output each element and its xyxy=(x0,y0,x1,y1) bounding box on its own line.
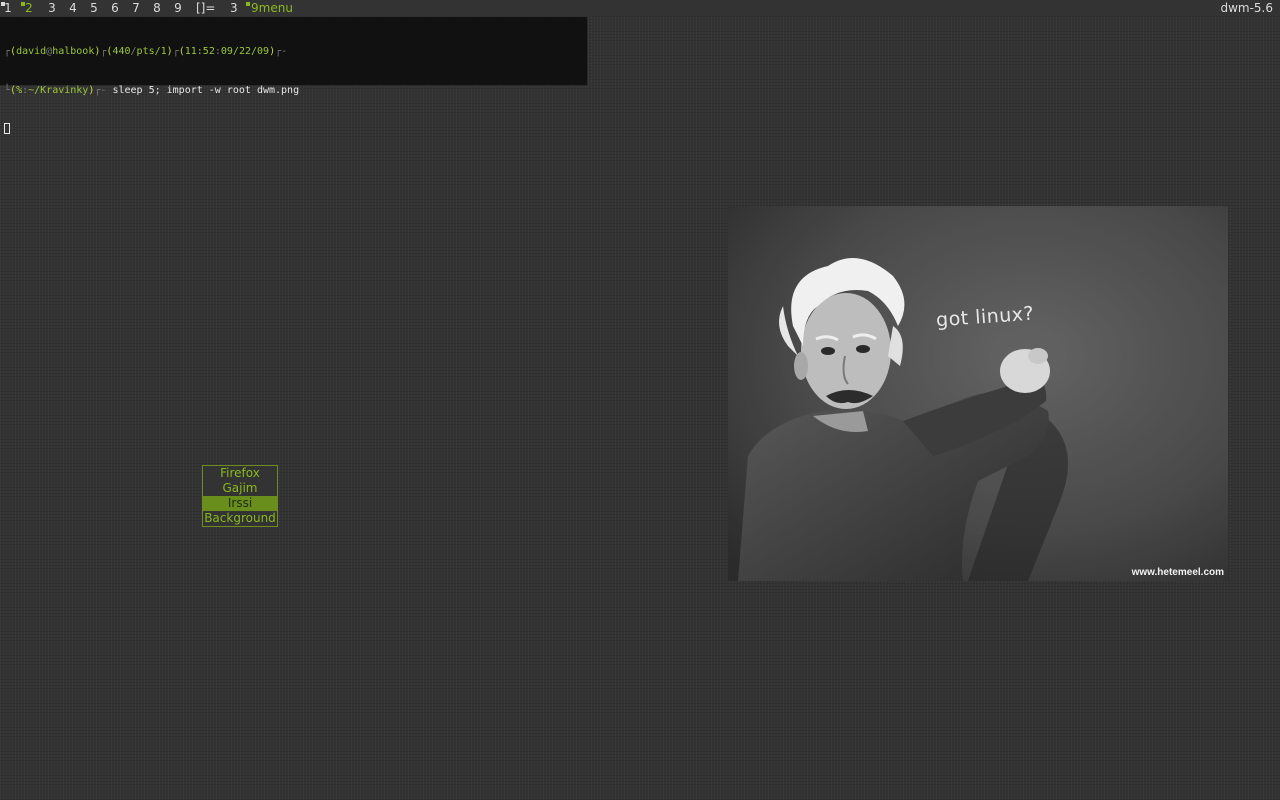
prompt-host: halbook xyxy=(52,46,95,57)
prompt-date: 09/22/09 xyxy=(220,46,270,57)
prompt-tty: pts/1 xyxy=(136,46,167,57)
tag-8[interactable]: 8 xyxy=(149,0,165,16)
floating-indicator xyxy=(246,2,250,6)
tag-label: 1 xyxy=(4,1,12,15)
window-menu: Firefox Gajim Irssi Background xyxy=(202,465,278,527)
window-title-text: 9menu xyxy=(251,1,293,15)
prompt-history-number: 440 xyxy=(112,46,131,57)
prompt-cwd: ~/Kravinky xyxy=(28,85,89,96)
status-bar: 1 2 3 4 5 6 7 8 9 []= 3 9menu dwm-5.6 xyxy=(0,0,1280,16)
prompt-line-1: ┌(david@halbook)┌(440/pts/1)┌(11:52:09/2… xyxy=(4,46,288,57)
image-credit: www.hetemeel.com xyxy=(1131,567,1224,578)
tag-label: 2 xyxy=(25,1,33,15)
menu-item-background[interactable]: Background xyxy=(203,511,277,526)
tag-3[interactable]: 3 xyxy=(44,0,60,16)
status-text: dwm-5.6 xyxy=(1220,1,1273,15)
menu-item-irssi[interactable]: Irssi xyxy=(203,496,277,511)
tag-1[interactable]: 1 xyxy=(0,0,16,16)
menu-item-firefox[interactable]: Firefox xyxy=(203,466,277,481)
tag-label: 8 xyxy=(153,1,161,15)
tag-label: 9 xyxy=(174,1,182,15)
client-count: 3 xyxy=(230,1,238,15)
tag-label: 4 xyxy=(69,1,77,15)
terminal-command: sleep 5; import -w root dwm.png xyxy=(112,85,300,96)
tag-label: 7 xyxy=(132,1,140,15)
prompt-user: david xyxy=(16,46,47,57)
prompt-line-2: └(%:~/Kravinky)┌- sleep 5; import -w roo… xyxy=(4,85,300,96)
menu-item-gajim[interactable]: Gajim xyxy=(203,481,277,496)
tag-2[interactable]: 2 xyxy=(20,0,38,16)
wallpaper-image: got linux? www.hetemeel.com xyxy=(728,206,1228,581)
occupied-indicator xyxy=(21,2,25,6)
terminal-window[interactable]: ┌(david@halbook)┌(440/pts/1)┌(11:52:09/2… xyxy=(0,17,588,134)
tag-4[interactable]: 4 xyxy=(65,0,81,16)
layout-symbol[interactable]: []= xyxy=(196,0,215,16)
tag-5[interactable]: 5 xyxy=(86,0,102,16)
tag-label: 6 xyxy=(111,1,119,15)
cursor-line xyxy=(4,123,587,136)
einstein-chalkboard-illustration xyxy=(728,206,1228,581)
tag-9[interactable]: 9 xyxy=(170,0,186,16)
tag-label: 5 xyxy=(90,1,98,15)
prompt-time: 11:52 xyxy=(184,46,215,57)
tag-7[interactable]: 7 xyxy=(128,0,144,16)
window-title: 9menu xyxy=(245,0,293,16)
tag-6[interactable]: 6 xyxy=(107,0,123,16)
occupied-indicator xyxy=(1,2,5,6)
tag-label: 3 xyxy=(48,1,56,15)
text-cursor xyxy=(4,123,10,134)
